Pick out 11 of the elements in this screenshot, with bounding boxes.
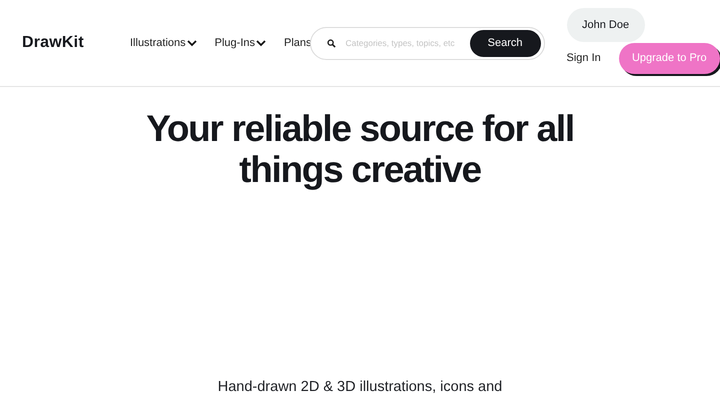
logo[interactable]: DrawKit [22,34,130,52]
search-icon [326,38,336,48]
user-name[interactable]: John Doe [566,8,645,42]
search-field[interactable]: Categories, types, topics, etc Search [310,26,545,60]
search-button[interactable]: Search [470,30,541,56]
sign-in-link[interactable]: Sign In [566,52,601,64]
hero-subtitle: Hand-drawn 2D & 3D illustrations, icons and [216,378,504,397]
nav-link[interactable]: Plans [284,37,312,49]
hero-title: Your reliable source for all things creative [145,108,575,190]
nav-link[interactable]: Plug-Ins [214,37,266,49]
nav-link[interactable]: Illustrations [130,37,197,49]
